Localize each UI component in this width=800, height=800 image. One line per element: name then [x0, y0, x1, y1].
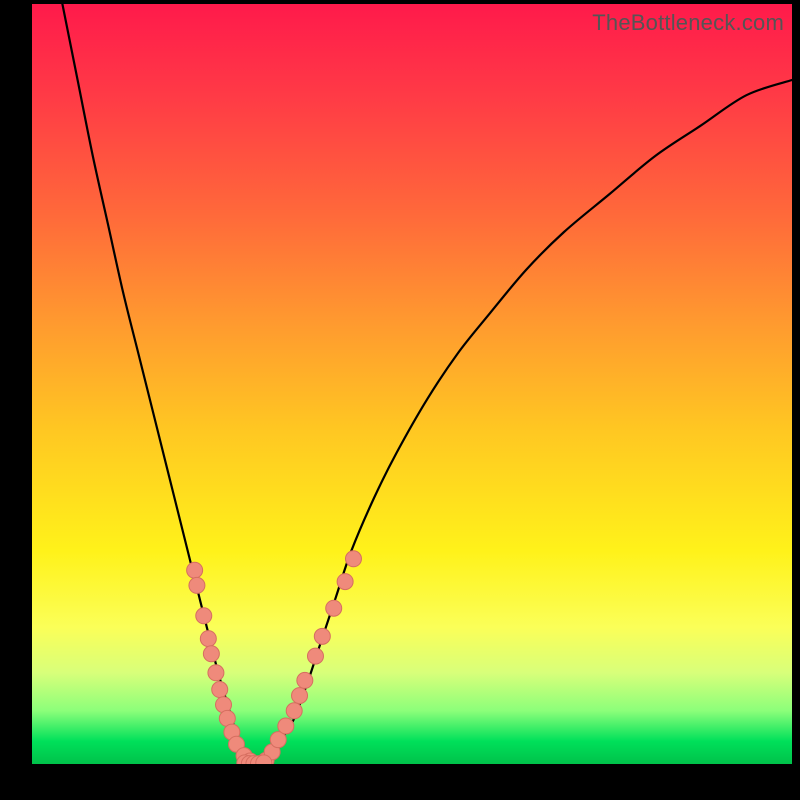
- data-marker: [286, 703, 302, 719]
- data-marker: [345, 551, 361, 567]
- plot-area: TheBottleneck.com: [32, 4, 792, 764]
- data-marker: [196, 608, 212, 624]
- data-marker: [326, 600, 342, 616]
- data-marker: [307, 648, 323, 664]
- data-marker: [278, 718, 294, 734]
- data-marker: [203, 646, 219, 662]
- chart-frame: TheBottleneck.com: [0, 0, 800, 800]
- data-marker: [314, 628, 330, 644]
- data-marker: [189, 577, 205, 593]
- bottleneck-chart: [32, 4, 792, 764]
- data-marker: [200, 631, 216, 647]
- data-marker: [187, 562, 203, 578]
- curve-path: [62, 4, 792, 763]
- data-marker: [297, 672, 313, 688]
- data-marker: [292, 688, 308, 704]
- data-marker: [337, 574, 353, 590]
- data-marker: [212, 682, 228, 698]
- data-marker: [208, 665, 224, 681]
- watermark-label: TheBottleneck.com: [592, 10, 784, 36]
